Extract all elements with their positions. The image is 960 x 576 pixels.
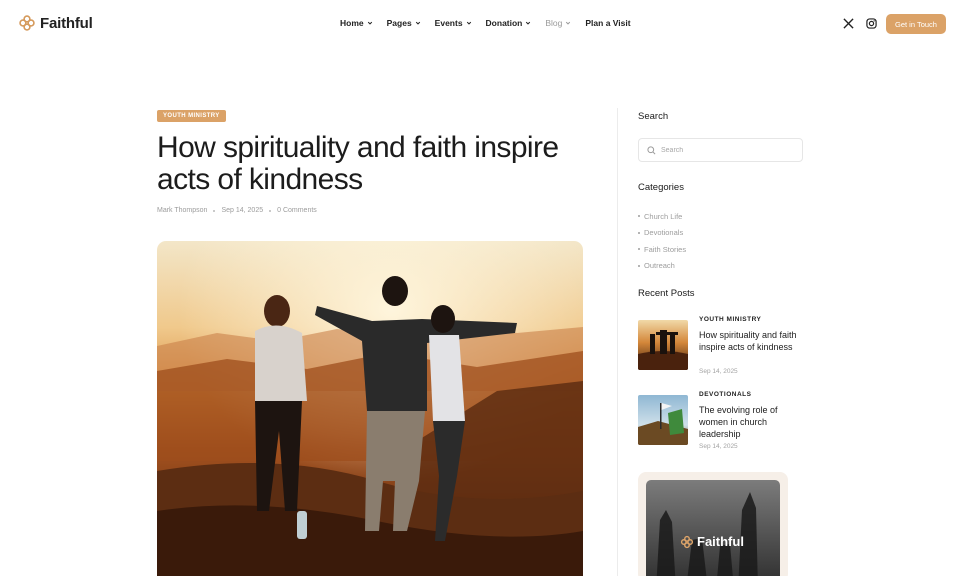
chevron-down-icon [466, 21, 471, 25]
search-input[interactable] [661, 146, 791, 154]
site-header: Faithful Home Pages Events Donation Blog… [0, 0, 960, 48]
category-label: Outreach [644, 261, 675, 271]
post-title[interactable]: The evolving role of women in church lea… [699, 404, 799, 440]
category-list: Church Life Devotionals Faith Stories Ou… [638, 208, 686, 274]
meta-separator [213, 209, 216, 212]
promo-logo-text: Faithful [697, 534, 744, 549]
category-label: Church Life [644, 211, 683, 221]
post-date: Sep 14, 2025 [699, 368, 738, 375]
nav-label: Pages [386, 18, 412, 28]
site-logo[interactable]: Faithful [18, 14, 93, 32]
nav-label: Blog [545, 18, 563, 28]
category-label: Faith Stories [644, 244, 687, 254]
bullet [638, 231, 640, 234]
thumbnail-photo [638, 395, 688, 445]
promo-card: Faithful [638, 472, 788, 576]
article-meta: Mark Thompson Sep 14, 2025 0 Comments [157, 207, 317, 214]
logo-text: Faithful [40, 14, 93, 32]
search-icon [647, 145, 656, 154]
x-icon[interactable] [843, 18, 854, 29]
chevron-down-icon [415, 21, 420, 25]
post-title[interactable]: How spirituality and faith inspire acts … [699, 329, 799, 353]
recent-post[interactable]: YOUTH MINISTRY How spirituality and fait… [638, 316, 808, 375]
post-thumbnail[interactable] [638, 395, 688, 445]
search-heading: Search [638, 111, 669, 122]
post-category[interactable]: YOUTH MINISTRY [699, 316, 761, 323]
nav-item-plan-a-visit[interactable]: Plan a Visit [585, 18, 630, 28]
post-thumbnail[interactable] [638, 320, 688, 370]
nav-item-events[interactable]: Events [435, 18, 472, 28]
recent-posts-heading: Recent Posts [638, 288, 695, 299]
nav-item-pages[interactable]: Pages [387, 18, 421, 28]
post-category[interactable]: DEVOTIONALS [699, 391, 751, 398]
nav-item-donation[interactable]: Donation [486, 18, 532, 28]
post-date: Sep 14, 2025 [221, 207, 264, 214]
category-badge[interactable]: YOUTH MINISTRY [157, 110, 226, 122]
logo-icon [19, 15, 35, 31]
categories-heading: Categories [638, 182, 684, 193]
nav-item-home[interactable]: Home [340, 18, 373, 28]
article-title: How spirituality and faith inspire acts … [157, 131, 559, 196]
promo-logo: Faithful [680, 534, 744, 549]
category-item[interactable]: Church Life [638, 208, 686, 225]
category-item[interactable]: Devotionals [638, 225, 686, 242]
social-links [843, 18, 877, 29]
instagram-icon[interactable] [866, 18, 877, 29]
thumbnail-photo [638, 320, 688, 370]
nav-item-blog[interactable]: Blog [545, 18, 571, 28]
featured-image [157, 241, 583, 576]
chevron-down-icon [367, 21, 372, 25]
category-label: Devotionals [644, 228, 684, 238]
logo-icon [680, 535, 694, 548]
main-nav: Home Pages Events Donation Blog Plan a V… [340, 18, 631, 28]
search-field[interactable] [638, 138, 803, 162]
bullet [638, 264, 640, 267]
bullet [638, 248, 640, 251]
meta-separator [269, 209, 272, 212]
bullet [638, 215, 640, 218]
nav-label: Donation [485, 18, 523, 28]
chevron-down-icon [526, 21, 531, 25]
recent-post[interactable]: DEVOTIONALS The evolving role of women i… [638, 391, 808, 450]
promo-photo [646, 480, 780, 576]
post-date: Sep 14, 2025 [699, 443, 738, 450]
author-link[interactable]: Mark Thompson [157, 207, 207, 214]
get-in-touch-button[interactable]: Get in Touch [886, 14, 946, 34]
nav-label: Plan a Visit [585, 18, 631, 28]
promo-image: Faithful [646, 480, 780, 576]
category-item[interactable]: Outreach [638, 258, 686, 275]
nav-label: Events [434, 18, 463, 28]
nav-label: Home [340, 18, 364, 28]
column-divider [617, 108, 618, 576]
chevron-down-icon [566, 21, 571, 25]
comments-link[interactable]: 0 Comments [277, 207, 317, 214]
featured-photo [157, 241, 583, 576]
category-item[interactable]: Faith Stories [638, 241, 686, 258]
